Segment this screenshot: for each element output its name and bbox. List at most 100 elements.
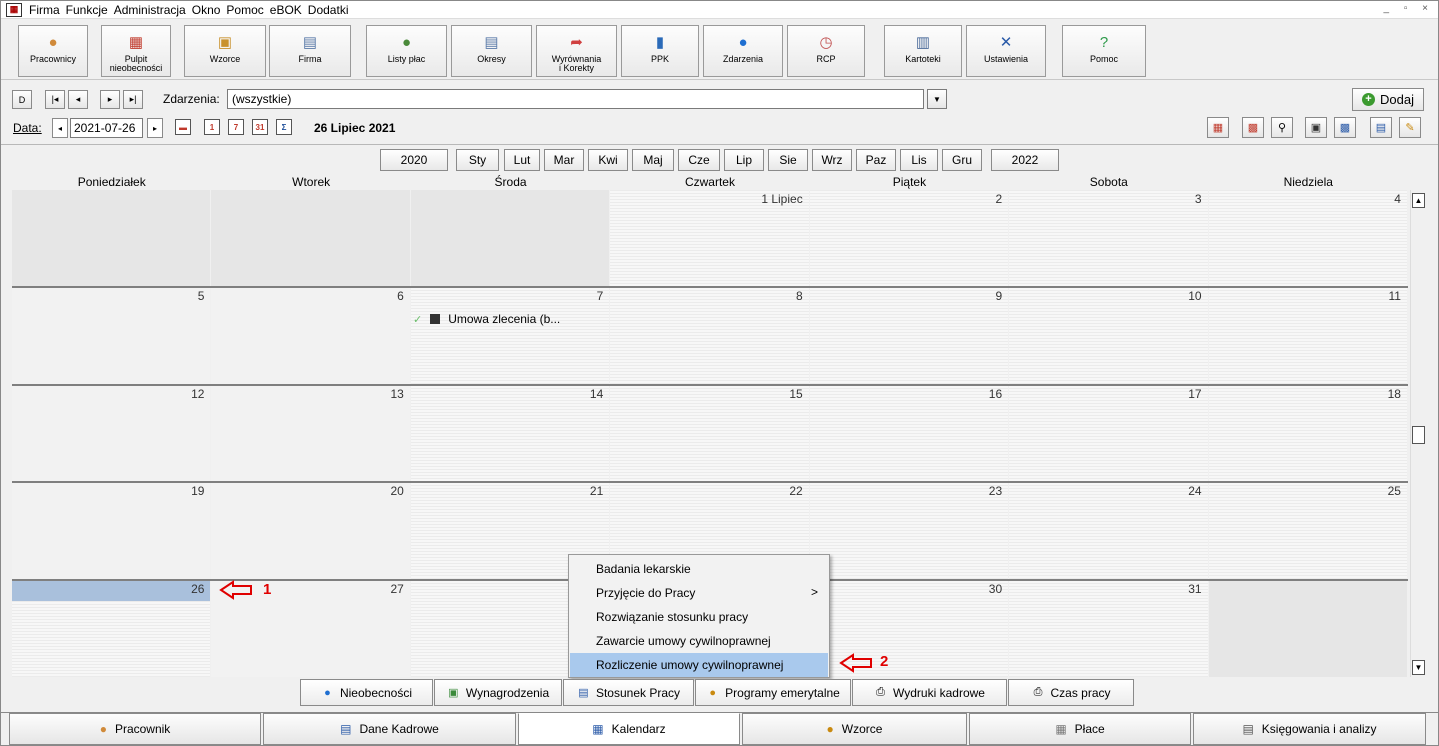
tab-ksiegowania[interactable]: ▤ Księgowania i analizy [1193,713,1426,745]
toolbar-pracownicy-button[interactable]: ● Pracownicy [18,25,88,77]
calendar-day-cell[interactable]: 20 [211,482,411,580]
toolbar-wzorce-button[interactable]: ▣ Wzorce [184,25,266,77]
toolbar-firma-button[interactable]: ▤ Firma [269,25,351,77]
toolbar-pomoc-button[interactable]: ? Pomoc [1062,25,1146,77]
toolbar-okresy-button[interactable]: ▤ Okresy [451,25,532,77]
menu-funkcje[interactable]: Funkcje [63,3,111,17]
calendar-empty-cell[interactable] [12,190,212,288]
calendar-day-cell[interactable]: 11 [1208,287,1408,385]
toolbar-ustawienia-button[interactable]: ✕ Ustawienia [966,25,1046,77]
calendar-day-cell[interactable]: 31 [1009,579,1209,677]
subtab-stosunek-pracy[interactable]: ▤ Stosunek Pracy [563,679,694,706]
calendar-empty-cell[interactable] [410,190,611,288]
month-cze[interactable]: Cze [678,149,720,171]
toolbar-pulpit-button[interactable]: ▦ Pulpit nieobecności [101,25,171,77]
menu-item-badania[interactable]: Badania lekarskie [570,557,828,581]
tab-pracownik[interactable]: ● Pracownik [9,713,261,745]
scroll-down-icon[interactable]: ▼ [1412,660,1425,675]
menu-item-rozliczenie[interactable]: Rozliczenie umowy cywilnoprawnej [570,653,828,677]
calendar-event[interactable]: ✓ Umowa zlecenia (b... [413,310,560,328]
tab-kalendarz[interactable]: ▦ Kalendarz [518,713,740,745]
toolbar-wyrownania-button[interactable]: ➦ Wyrównania i Korekty [536,25,617,77]
calendar-day-cell[interactable]: 19 [12,482,212,580]
toolbar-kartoteki-button[interactable]: ▥ Kartoteki [884,25,962,77]
menu-ebok[interactable]: eBOK [267,3,305,17]
subtab-programy-emerytalne[interactable]: ● Programy emerytalne [695,679,851,706]
menu-administracja[interactable]: Administracja [111,3,189,17]
prev-year-button[interactable]: 2020 [380,149,448,171]
toolbar-listy-plac-button[interactable]: ● Listy płac [366,25,447,77]
month-lip[interactable]: Lip [724,149,764,171]
calendar-day-cell[interactable]: 18 [1208,384,1408,483]
calendar-day-cell[interactable]: 2 [809,190,1010,288]
calendar-day-cell[interactable]: 9 [809,287,1010,385]
toolbar-rcp-button[interactable]: ◷ RCP [787,25,865,77]
nav-last-button[interactable]: ▸| [123,90,143,109]
calendar-day-cell[interactable]: 17 [1009,384,1209,483]
menu-firma[interactable]: Firma [26,3,63,17]
calendar-day-cell[interactable]: 15 [610,384,810,483]
next-year-button[interactable]: 2022 [991,149,1059,171]
menu-okno[interactable]: Okno [189,3,224,17]
calendar-icon[interactable]: ▦ [1207,117,1229,138]
calendar-day-cell[interactable]: 3 [1009,190,1209,288]
events-filter-select[interactable]: (wszystkie) [227,89,924,109]
nav-prev-button[interactable]: ◂ [68,90,88,109]
subtab-nieobecnosci[interactable]: ● Nieobecności [300,679,433,706]
calendar-day-cell[interactable]: 16 [809,384,1010,483]
date-next-button[interactable]: ▸ [147,118,163,138]
calendar-day-cell[interactable]: 25 [1208,482,1408,580]
month-maj[interactable]: Maj [632,149,674,171]
toolbar-zdarzenia-button[interactable]: ● Zdarzenia [703,25,783,77]
window-controls[interactable]: _ ▫ × [1383,3,1434,14]
pencil-icon[interactable]: ✎ [1399,117,1421,138]
export-icon[interactable]: ▩ [1334,117,1356,138]
chevron-down-icon[interactable]: ▼ [927,89,947,109]
scroll-up-icon[interactable]: ▲ [1412,193,1425,208]
calendar-empty-cell[interactable] [211,190,411,288]
subtab-czas-pracy[interactable]: ⎙ Czas pracy [1008,679,1134,706]
search-icon[interactable]: ⚲ [1271,117,1293,138]
table-icon[interactable]: ▤ [1370,117,1392,138]
month-lis[interactable]: Lis [900,149,938,171]
subtab-wydruki-kadrowe[interactable]: ⎙ Wydruki kadrowe [852,679,1007,706]
menu-item-zawarcie[interactable]: Zawarcie umowy cywilnoprawnej [570,629,828,653]
tab-wzorce[interactable]: ● Wzorce [742,713,967,745]
calendar-day-cell[interactable]: 8 [610,287,810,385]
calendar-day-cell[interactable]: 13 [211,384,411,483]
calendar-day-cell[interactable]: 26 [12,579,212,677]
month-lut[interactable]: Lut [504,149,540,171]
print-preview-icon[interactable]: ▣ [1305,117,1327,138]
nav-first-button[interactable]: |◂ [45,90,65,109]
calendar-day-cell[interactable]: 24 [1009,482,1209,580]
calendar-empty-cell[interactable] [1208,579,1408,677]
nav-next-button[interactable]: ▸ [100,90,120,109]
date-prev-button[interactable]: ◂ [52,118,68,138]
calendar-day-cell[interactable]: 12 [12,384,212,483]
month-sty[interactable]: Sty [456,149,499,171]
date-input[interactable]: 2021-07-26 [70,118,143,138]
today-calendar-icon[interactable]: ▬ [175,119,191,135]
calendar-day-cell[interactable]: 10 [1009,287,1209,385]
month-kwi[interactable]: Kwi [588,149,628,171]
tab-dane-kadrowe[interactable]: ▤ Dane Kadrowe [263,713,516,745]
week-view-icon[interactable]: 7 [228,119,244,135]
calendar-day-cell[interactable]: 4 [1208,190,1408,288]
month-mar[interactable]: Mar [544,149,584,171]
nav-d-button[interactable]: D [12,90,32,109]
subtab-wynagrodzenia[interactable]: ▣ Wynagrodzenia [434,679,562,706]
month-sie[interactable]: Sie [768,149,808,171]
tab-place[interactable]: ▦ Płace [969,713,1191,745]
calendar-day-cell[interactable]: 23 [809,482,1010,580]
calendar-day-cell[interactable]: 5 [12,287,212,385]
calendar-edit-icon[interactable]: ▩ [1242,117,1264,138]
menu-pomoc[interactable]: Pomoc [223,3,266,17]
month-gru[interactable]: Gru [942,149,982,171]
menu-item-przyjecie[interactable]: Przyjęcie do Pracy > [570,581,828,605]
calendar-day-cell[interactable]: 7 [410,287,611,385]
menu-dodatki[interactable]: Dodatki [305,3,352,17]
calendar-day-cell[interactable]: 6 [211,287,411,385]
calendar-day-cell[interactable]: 14 [410,384,611,483]
menu-item-rozwiazanie[interactable]: Rozwiązanie stosunku pracy [570,605,828,629]
add-button[interactable]: + Dodaj [1352,88,1424,111]
